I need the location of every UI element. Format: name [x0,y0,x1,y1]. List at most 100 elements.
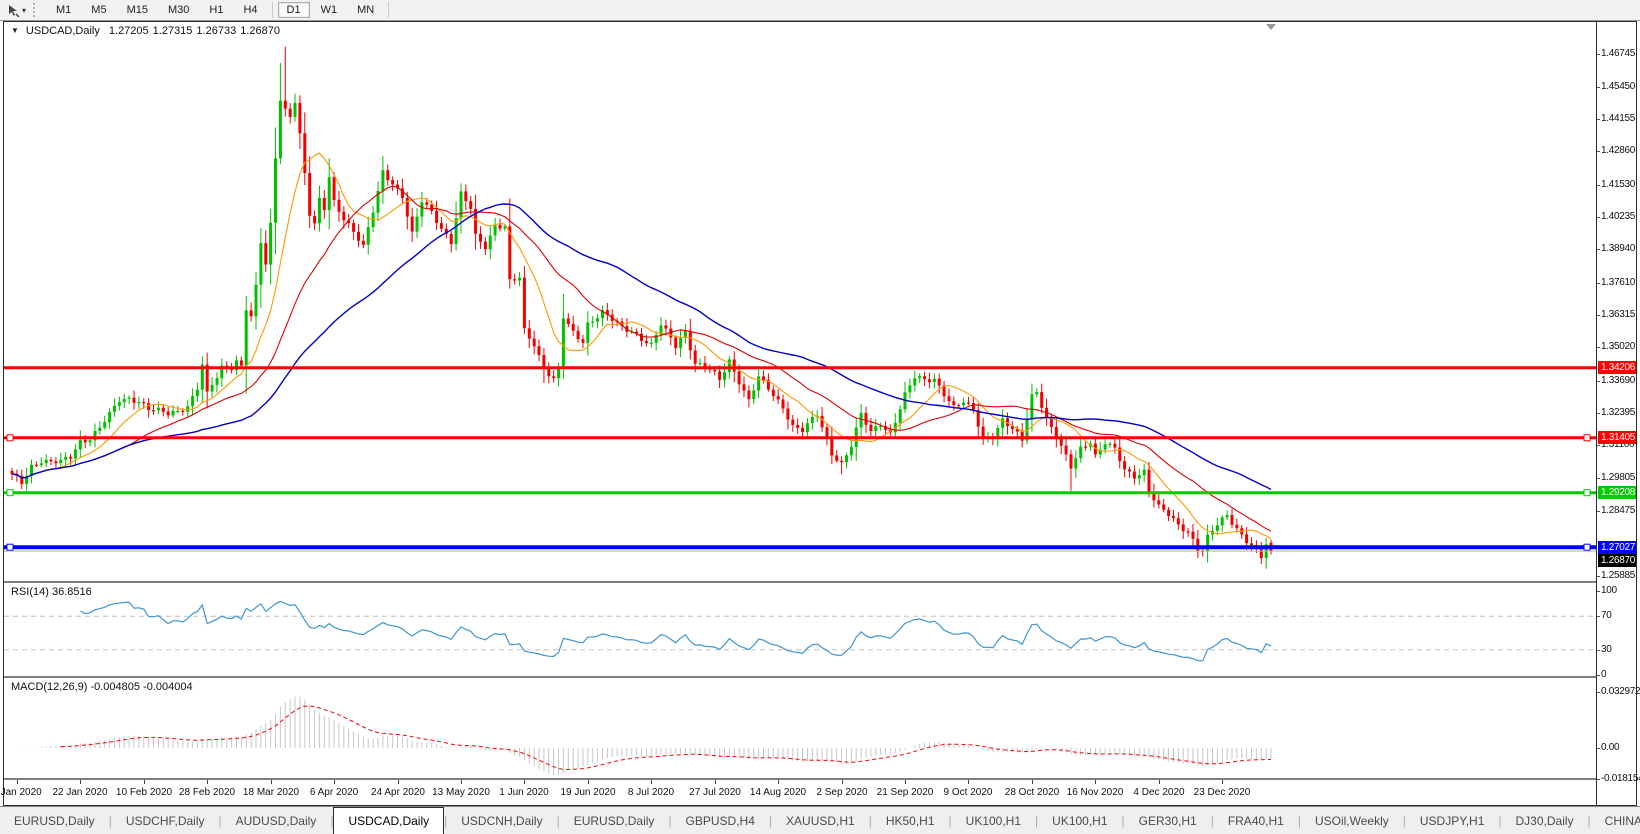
tab-gbpusd-h4[interactable]: GBPUSD,H4 [672,807,769,834]
price-tick-label: 1.25885 [1601,570,1635,581]
tab-china300-h1[interactable]: CHINA300,H1 [1591,807,1640,834]
bar-open-value: 1.27205 [109,25,149,37]
date-tick-mark [1095,780,1096,784]
price-tick-label: 1.46745 [1601,48,1635,59]
price-chart-panel[interactable]: ▼ USDCAD,Daily 1.27205 1.27315 1.26733 1… [4,22,1596,581]
line-handle[interactable] [7,490,13,496]
line-handle[interactable] [7,435,13,441]
line-handle[interactable] [7,544,13,550]
date-tick-mark [524,780,525,784]
tab-uk100-h1[interactable]: UK100,H1 [1038,807,1121,834]
tab-usdjpy-h1[interactable]: USDJPY,H1 [1406,807,1498,834]
timeframe-button-m5[interactable]: M5 [82,2,115,18]
tab-dj30-daily[interactable]: DJ30,Daily [1502,807,1588,834]
ma-25-line[interactable] [12,186,1271,531]
chart-symbol-label: USDCAD,Daily [26,25,100,37]
tab-usoil-weekly[interactable]: USOil,Weekly [1301,807,1403,834]
hline-1.29208[interactable] [4,490,1596,496]
price-tick-label: 1.37610 [1601,277,1635,288]
timeframe-button-mn[interactable]: MN [348,2,383,18]
date-label: 8 Jul 2020 [628,787,674,798]
time-axis[interactable]: 3 Jan 202022 Jan 202010 Feb 202028 Feb 2… [4,780,1596,805]
line-handle[interactable] [1584,490,1590,496]
tab-eurusd-daily[interactable]: EURUSD,Daily [0,807,109,834]
tab-hk50-h1[interactable]: HK50,H1 [872,807,949,834]
candles-layer [11,47,1273,569]
axis-tick-mark [1597,249,1600,250]
line-handle[interactable] [1584,544,1590,550]
date-label: 3 Jan 2020 [0,787,42,798]
timeframe-button-h1[interactable]: H1 [200,2,232,18]
tab-ger30-h1[interactable]: GER30,H1 [1125,807,1211,834]
date-label: 28 Feb 2020 [179,787,235,798]
tab-usdcad-daily[interactable]: USDCAD,Daily [333,807,444,834]
axis-tick-mark [1597,675,1600,676]
cursor-tool-button[interactable]: ▾ [4,3,29,18]
date-tick-mark [778,780,779,784]
collapse-chart-icon[interactable]: ▼ [11,26,19,38]
chart-tabs-bar: EURUSD,Daily|USDCHF,Daily|AUDUSD,Daily|U… [0,806,1640,834]
date-label: 16 Nov 2020 [1067,787,1124,798]
macd-canvas[interactable] [4,678,1596,778]
tab-usdchf-daily[interactable]: USDCHF,Daily [112,807,219,834]
axis-tick-mark [1597,87,1600,88]
chart-window: ▼ USDCAD,Daily 1.27205 1.27315 1.26733 1… [3,21,1637,806]
macd-histogram [12,696,1271,775]
timeframe-button-m1[interactable]: M1 [47,2,80,18]
timeframe-button-w1[interactable]: W1 [312,2,347,18]
tab-eurusd-daily[interactable]: EURUSD,Daily [560,807,669,834]
axis-tick-mark [1597,185,1600,186]
timeframe-button-m15[interactable]: M15 [118,2,157,18]
macd-tick-label: 0.00 [1601,742,1619,753]
date-label: 9 Oct 2020 [944,787,993,798]
date-label: 14 Aug 2020 [750,787,806,798]
axis-tick-mark [1597,748,1600,749]
date-tick-mark [271,780,272,784]
price-tick-label: 1.33690 [1601,375,1635,386]
axis-tick-mark [1597,511,1600,512]
timeframe-button-h4[interactable]: H4 [234,2,266,18]
timeframe-button-m30[interactable]: M30 [159,2,198,18]
toolbar-separator [388,2,389,18]
axis-tick-mark [1597,591,1600,592]
bar-low-value: 1.26733 [196,25,236,37]
tab-fra40-h1[interactable]: FRA40,H1 [1214,807,1298,834]
date-label: 18 Mar 2020 [243,787,299,798]
tab-usdcnh-daily[interactable]: USDCNH,Daily [447,807,556,834]
axis-tick-mark [1597,445,1600,446]
axis-tick-mark [1597,119,1600,120]
tab-audusd-daily[interactable]: AUDUSD,Daily [222,807,331,834]
axis-tick-mark [1597,779,1600,780]
crosshair-cursor-icon [7,4,20,17]
date-label: 24 Apr 2020 [371,787,425,798]
date-label: 27 Jul 2020 [689,787,741,798]
price-tick-label: 1.41530 [1601,179,1635,190]
date-tick-mark [1032,780,1033,784]
macd-tick-label: 0.032972 [1601,686,1640,697]
chevron-down-icon[interactable]: ▾ [22,6,26,15]
rsi-indicator-panel[interactable]: RSI(14) 36.8516 [4,583,1596,676]
macd-label: MACD(12,26,9) -0.004805 -0.004004 [11,681,193,693]
rsi-tick-label: 30 [1601,644,1612,655]
toolbar-drag-handle[interactable] [33,3,38,17]
axis-tick-mark [1597,217,1600,218]
axis-tick-mark [1597,151,1600,152]
rsi-label: RSI(14) 36.8516 [11,586,92,598]
date-label: 28 Oct 2020 [1005,787,1059,798]
price-tick-label: 1.29805 [1601,472,1635,483]
axis-tick-mark [1597,413,1600,414]
price-axis[interactable]: 1.467451.454501.441551.428601.415301.402… [1596,22,1636,805]
level-price-badge: 1.27027 [1598,541,1636,554]
tab-xauusd-h1[interactable]: XAUUSD,H1 [772,807,869,834]
tab-uk100-h1[interactable]: UK100,H1 [952,807,1035,834]
rsi-tick-label: 100 [1601,585,1617,596]
price-chart-canvas[interactable] [4,22,1596,581]
rsi-tick-label: 0 [1601,669,1606,680]
line-handle[interactable] [1584,435,1590,441]
rsi-canvas[interactable] [4,583,1596,676]
macd-indicator-panel[interactable]: MACD(12,26,9) -0.004805 -0.004004 [4,678,1596,778]
hline-1.27027[interactable] [4,544,1596,550]
hline-1.31405[interactable] [4,435,1596,441]
price-tick-label: 1.40235 [1601,211,1635,222]
timeframe-button-d1[interactable]: D1 [278,2,310,18]
